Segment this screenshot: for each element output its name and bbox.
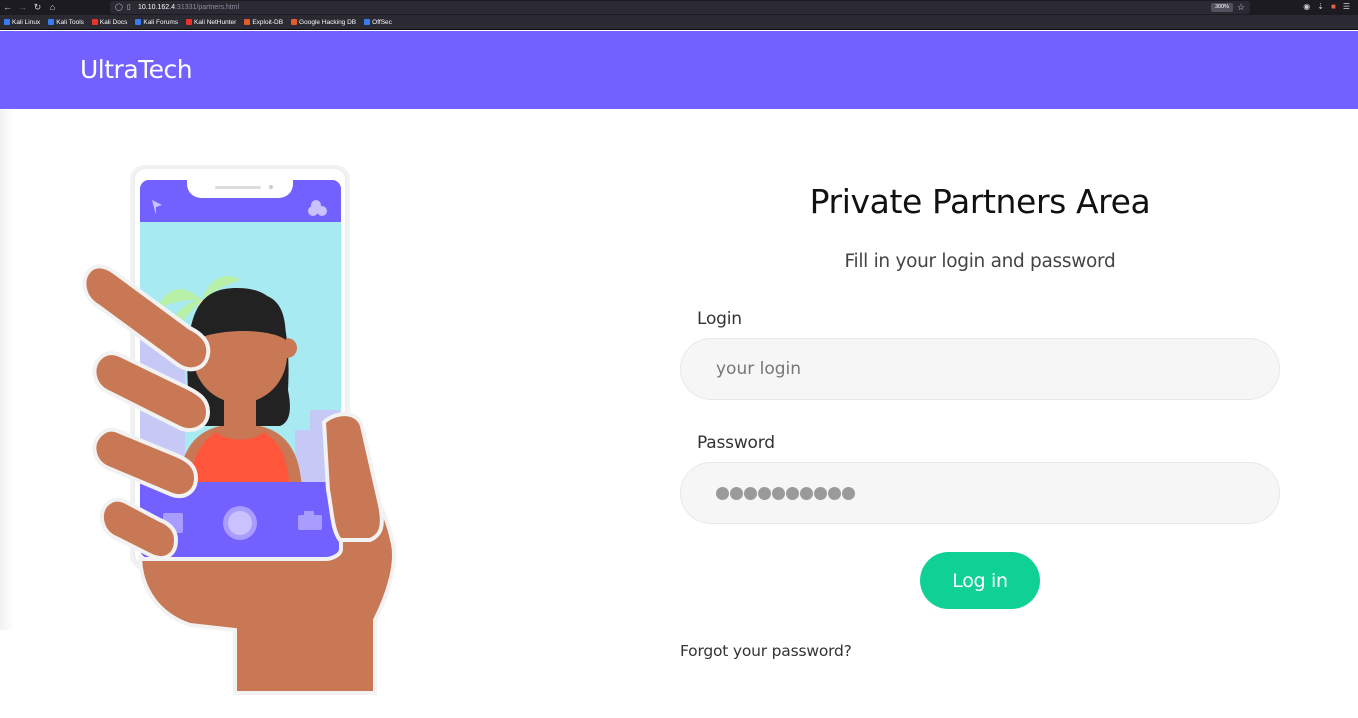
login-input[interactable] <box>680 338 1280 400</box>
home-icon[interactable]: ⌂ <box>48 2 57 12</box>
url-text[interactable]: 10.10.162.4:31331/partners.html <box>138 3 239 12</box>
bookmark-offsec[interactable]: OffSec <box>364 19 392 26</box>
bookmarks-bar: Kali Linux Kali Tools Kali Docs Kali For… <box>0 15 1358 30</box>
kali-icon <box>4 19 10 25</box>
bookmark-star-icon[interactable]: ☆ <box>1237 2 1245 13</box>
ghdb-icon <box>291 19 298 25</box>
brand-logo[interactable]: UltraTech <box>80 55 193 84</box>
nav-buttons: ← → ↻ ⌂ <box>3 2 57 12</box>
bookmark-label: Kali Tools <box>56 18 84 26</box>
bookmark-google-hacking-db[interactable]: Google Hacking DB <box>291 19 356 26</box>
bookmark-kali-nethunter[interactable]: Kali NetHunter <box>186 19 236 26</box>
login-label: Login <box>697 309 742 329</box>
kali-forums-icon <box>135 19 142 25</box>
forgot-password-link[interactable]: Forgot your password? <box>680 642 852 660</box>
offsec-icon <box>364 19 371 25</box>
url-path: :31331/partners.html <box>174 4 240 11</box>
pocket-icon[interactable]: ◉ <box>1303 2 1310 12</box>
bookmark-label: OffSec <box>372 18 392 26</box>
reload-icon[interactable]: ↻ <box>33 2 42 12</box>
login-button[interactable]: Log in <box>920 552 1040 609</box>
shield-icon[interactable]: ◯ <box>115 3 123 12</box>
bookmark-label: Exploit-DB <box>252 18 284 26</box>
bookmark-label: Kali Forums <box>143 18 179 26</box>
menu-icon[interactable]: ☰ <box>1343 2 1350 12</box>
nethunter-icon <box>186 19 193 25</box>
bookmark-label: Kali Docs <box>99 18 128 26</box>
password-input[interactable] <box>680 462 1280 524</box>
forward-icon[interactable]: → <box>18 2 27 12</box>
page-edge-shadow <box>0 110 14 630</box>
address-bar[interactable]: ◯ ▯ 10.10.162.4:31331/partners.html 300%… <box>110 1 1250 14</box>
site-header: UltraTech <box>0 31 1358 109</box>
zoom-badge[interactable]: 300% <box>1211 3 1233 12</box>
bookmark-kali-docs[interactable]: Kali Docs <box>91 18 128 26</box>
bookmark-exploit-db[interactable]: Exploit-DB <box>244 19 283 26</box>
extension-icon[interactable]: ■ <box>1331 2 1336 12</box>
bookmark-label: Google Hacking DB <box>299 18 357 26</box>
password-label: Password <box>697 433 775 453</box>
kali-tools-icon <box>48 19 55 25</box>
bookmark-label: Kali NetHunter <box>194 18 237 26</box>
page-info-icon[interactable]: ▯ <box>127 3 131 12</box>
page-subtitle: Fill in your login and password <box>844 251 1116 272</box>
back-icon[interactable]: ← <box>3 2 12 12</box>
downloads-icon[interactable]: ⇣ <box>1317 2 1324 12</box>
bookmark-kali-linux[interactable]: Kali Linux <box>4 19 40 26</box>
bookmark-kali-forums[interactable]: Kali Forums <box>135 19 178 26</box>
bookmark-label: Kali Linux <box>12 18 41 26</box>
person-holding-phone-illustration <box>70 160 410 700</box>
login-panel: Private Partners Area Fill in your login… <box>680 110 1280 710</box>
exploit-db-icon <box>244 19 251 25</box>
bookmark-kali-tools[interactable]: Kali Tools <box>48 19 84 26</box>
browser-toolbar: ← → ↻ ⌂ ◯ ▯ 10.10.162.4:31331/partners.h… <box>0 0 1358 15</box>
page-title: Private Partners Area <box>809 182 1151 221</box>
kali-docs-icon <box>91 19 98 25</box>
url-host: 10.10.162.4 <box>138 4 175 11</box>
